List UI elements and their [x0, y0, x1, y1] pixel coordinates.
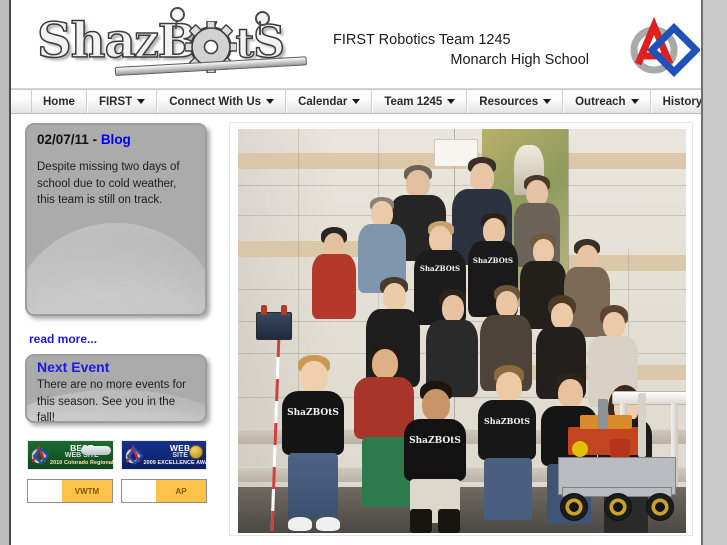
blog-title-link[interactable]: Blog: [101, 132, 131, 147]
next-event-title: Next Event: [37, 359, 110, 375]
robot-pole: [638, 393, 646, 457]
nav-item-history[interactable]: History: [650, 90, 701, 113]
logo-bolt-stem: [259, 21, 261, 35]
sponsor-label: VWTM: [62, 480, 112, 502]
nav-label: Home: [43, 95, 75, 108]
shazbots-logo[interactable]: ShaZBOtS: [36, 7, 317, 81]
nav-item-outreach[interactable]: Outreach: [563, 90, 651, 113]
browser-viewport: ShaZBOtS: [0, 0, 727, 545]
robot-component: [610, 439, 630, 457]
shirt-logo-text: ShaZBOtS: [287, 408, 339, 418]
nav-label: FIRST: [98, 95, 133, 108]
sign-clip: [281, 305, 287, 315]
team-group-photo[interactable]: ShaZBOtS ShaZBOtS ShaZBOtS ShaZBOtS ShaZ…: [238, 129, 686, 533]
nav-item-connect-with-us[interactable]: Connect With Us: [157, 90, 287, 113]
robot-wheel: [604, 493, 632, 521]
robot-component: [572, 441, 588, 457]
person-front-row: ShaZBOtS: [398, 381, 472, 533]
nav-item-team-1245[interactable]: Team 1245: [372, 90, 468, 113]
first-mini-logo-icon: [28, 441, 50, 469]
chevron-down-icon: [352, 99, 361, 104]
chevron-down-icon: [137, 99, 146, 104]
chevron-down-icon: [447, 99, 456, 104]
header-school-name: Monarch High School: [450, 52, 589, 68]
logo-letter-z: Z: [134, 25, 160, 66]
chevron-down-icon: [543, 99, 552, 104]
logo-antenna-ball: [170, 7, 185, 22]
sidebar: 02/07/11 - Blog Despite missing two days…: [25, 123, 207, 503]
logo-bolt-head: [255, 11, 270, 26]
sponsor-label: AP: [156, 480, 206, 502]
nav-item-calendar[interactable]: Calendar: [286, 90, 373, 113]
sponsor-badge-2[interactable]: AP: [121, 479, 207, 503]
nav-label: Team 1245: [384, 95, 443, 108]
badge-line3: 2009 EXCELLENCE AWARD: [143, 460, 207, 467]
header-team-text: FIRST Robotics Team 1245 Monarch High Sc…: [333, 30, 593, 70]
person-front-row: ShaZBOtS: [276, 355, 350, 533]
blog-separator: -: [88, 132, 101, 147]
nav-label: Connect With Us: [169, 95, 262, 108]
blog-panel-header: 02/07/11 - Blog: [37, 132, 195, 147]
competition-robot: [552, 389, 680, 521]
nav-label: History: [662, 95, 701, 108]
blog-date: 02/07/11: [37, 132, 89, 147]
badge-ribbon-decoration: [80, 446, 111, 455]
pole-sign: [256, 305, 292, 340]
person-front-row: ShaZBOtS: [474, 365, 540, 533]
shirt-logo-text: ShaZBOtS: [409, 436, 461, 446]
nav-label: Calendar: [298, 95, 348, 108]
blog-body-text: Despite missing two days of school due t…: [37, 161, 180, 206]
blog-panel: 02/07/11 - Blog Despite missing two days…: [25, 123, 207, 316]
robot-mast: [598, 399, 608, 429]
nav-item-home[interactable]: Home: [31, 90, 87, 113]
award-badges: BEST WEB SITE 2010 Colorado Regional: [27, 440, 207, 470]
sponsor-mark: [122, 480, 156, 502]
first-logo-icon: [630, 16, 700, 77]
robot-wheel: [646, 493, 674, 521]
nav-label: Resources: [479, 95, 539, 108]
person-row-2: [312, 227, 356, 319]
robot-wheel: [560, 493, 588, 521]
chevron-down-icon: [266, 99, 275, 104]
page-frame: ShaZBOtS: [9, 0, 703, 545]
read-more-link[interactable]: read more...: [29, 332, 207, 346]
nav-label: Outreach: [575, 95, 626, 108]
nav-item-resources[interactable]: Resources: [467, 90, 564, 113]
main-photo-frame: ShaZBOtS ShaZBOtS ShaZBOtS ShaZBOtS ShaZ…: [229, 122, 693, 536]
next-event-panel: Next Event There are no more events for …: [25, 354, 207, 423]
page-content: 02/07/11 - Blog Despite missing two days…: [11, 114, 701, 545]
right-window-gutter: [705, 0, 727, 545]
next-event-body: There are no more events for this season…: [37, 379, 186, 423]
first-mini-logo-icon: [122, 441, 144, 469]
sign-clip: [261, 305, 267, 315]
shirt-logo-text: ShaZBOtS: [419, 264, 461, 273]
sponsor-mark: [28, 480, 62, 502]
logo-letters-sha: Sha: [36, 12, 136, 70]
header-team-name: FIRST Robotics Team 1245: [333, 32, 511, 48]
sponsor-badges: VWTM AP: [27, 479, 207, 503]
shirt-logo-text: ShaZBOtS: [472, 256, 514, 265]
sponsor-badge-1[interactable]: VWTM: [27, 479, 113, 503]
main-navigation[interactable]: Home FIRST Connect With Us Calendar Team…: [11, 89, 701, 114]
website-excellence-2009-badge[interactable]: WEB SITE 2009 EXCELLENCE AWARD: [120, 440, 207, 470]
site-masthead: ShaZBOtS: [11, 0, 701, 89]
nav-item-first[interactable]: FIRST: [86, 90, 158, 113]
left-window-gutter: [0, 0, 9, 545]
shirt-logo-text: ShaZBOtS: [484, 416, 530, 426]
badge-line3: 2010 Colorado Regional: [50, 460, 114, 467]
best-website-2010-badge[interactable]: BEST WEB SITE 2010 Colorado Regional: [27, 440, 114, 470]
award-seal-icon: [189, 445, 203, 459]
chevron-down-icon: [630, 99, 639, 104]
